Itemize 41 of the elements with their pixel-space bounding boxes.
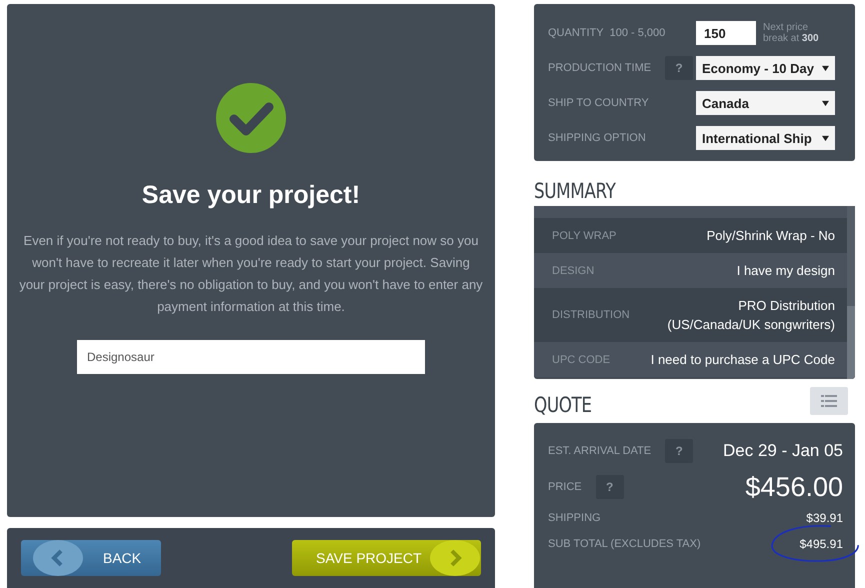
dropdown[interactable]: International Ship [696, 126, 835, 150]
option-label: SHIPPING OPTION [548, 132, 646, 144]
option-label: PRODUCTION TIME [548, 62, 652, 74]
price-break-note: Next price break at 300 [763, 22, 820, 44]
panel-title: Save your project! [142, 181, 360, 210]
quote-value: $39.91 [806, 511, 843, 525]
section-heading: QUOTE [534, 393, 592, 417]
quote-label: PRICE [548, 481, 582, 493]
quote-value: $456.00 [745, 472, 843, 502]
summary-value: PRO Distribution [738, 297, 835, 315]
project-name-field[interactable]: Designosaur [77, 340, 425, 374]
dropdown-arrow-icon [822, 100, 829, 106]
summary-label: DISTRIBUTION [552, 309, 630, 321]
summary-value: Poly/Shrink Wrap - No [706, 227, 835, 245]
quote-label: EST. ARRIVAL DATE [548, 445, 652, 457]
summary-value: (US/Canada/UK songwriters) [667, 316, 835, 334]
option-label: QUANTITY [548, 27, 604, 39]
quote-label: SUB TOTAL (EXCLUDES TAX) [548, 538, 701, 550]
summary-value: I have my design [736, 262, 835, 280]
dropdown-arrow-icon [822, 134, 829, 142]
dropdown[interactable]: Canada [696, 91, 835, 115]
scrollbar-thumb[interactable] [847, 306, 855, 379]
back-button[interactable]: BACK [21, 540, 161, 576]
list-icon [821, 395, 837, 407]
option-label: SHIP TO COUNTRY [548, 97, 649, 109]
quote-label: SHIPPING [548, 512, 601, 524]
quantity-field[interactable]: 150 [696, 21, 756, 45]
summary-label: POLY WRAP [552, 230, 616, 242]
dropdown-arrow-icon [822, 64, 829, 72]
summary-label: UPC CODE [552, 354, 610, 366]
panel-description: Even if you're not ready to buy, it's a good idea to save your project now so you won't have to recreate it later when you're ready to start your project. Saving your project is easy, there's no obligation to buy, and you won't have to enter any payment information at this time. [19, 232, 483, 316]
summary-value: I need to purchase a UPC Code [650, 351, 835, 369]
quote-value: $495.91 [800, 537, 843, 551]
dropdown[interactable]: Economy - 10 Day [696, 56, 835, 80]
quote-value: Dec 29 - Jan 05 [722, 441, 843, 461]
scrollbar[interactable] [847, 206, 855, 379]
list-view-button[interactable] [810, 387, 848, 415]
summary-label: DESIGN [552, 264, 594, 276]
section-heading: SUMMARY [534, 179, 617, 203]
checkmark-icon [216, 83, 286, 153]
quantity-range: 100 - 5,000 [610, 27, 666, 39]
